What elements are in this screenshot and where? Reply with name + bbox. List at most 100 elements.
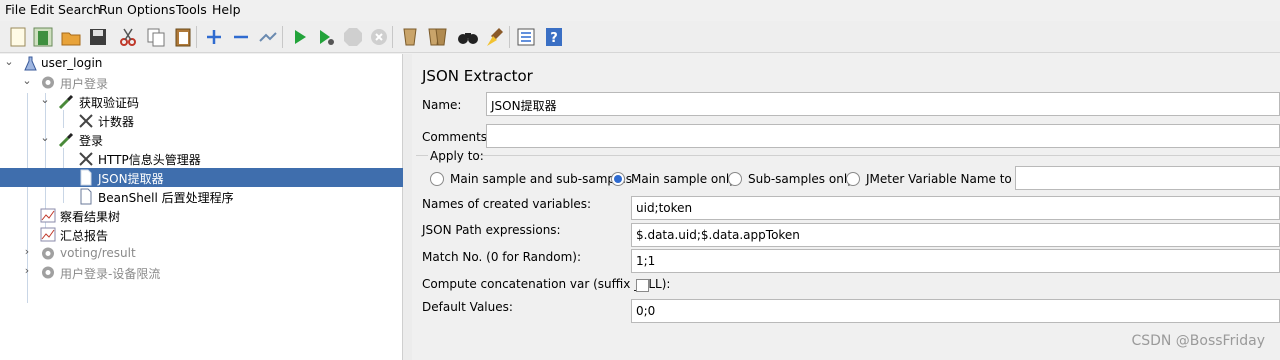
tree-node-label: JSON提取器 — [98, 172, 164, 186]
radio-main-and-sub-label[interactable]: Main sample and sub-samples — [450, 172, 632, 186]
toolbar-separator — [196, 26, 197, 48]
concat-checkbox[interactable] — [636, 279, 649, 292]
group-border — [416, 155, 428, 156]
shutdown-icon[interactable] — [367, 25, 391, 49]
menu-search[interactable]: Search — [58, 2, 101, 17]
cut-icon[interactable] — [116, 25, 140, 49]
watermark: CSDN @BossFriday — [1131, 333, 1265, 349]
panel-title: JSON Extractor — [422, 67, 533, 85]
radio-main-only[interactable] — [611, 172, 625, 186]
tree-node-label: 用户登录 — [60, 77, 109, 91]
new-icon[interactable] — [6, 25, 30, 49]
reset-search-icon[interactable] — [483, 25, 507, 49]
chevron-right-icon[interactable]: › — [21, 265, 33, 277]
chevron-down-icon[interactable]: ⌄ — [21, 75, 33, 87]
tree-node-login[interactable]: ⌄ 登录 — [0, 130, 403, 149]
save-icon[interactable] — [86, 25, 110, 49]
menu-options[interactable]: Options — [127, 2, 175, 17]
toolbar-separator — [282, 26, 283, 48]
json-extractor-panel: JSON Extractor Name: JSON提取器 Comments: A… — [412, 54, 1280, 360]
tree-node-label: 登录 — [79, 134, 104, 148]
default-values-field[interactable]: 0;0 — [631, 299, 1280, 323]
group-border — [479, 155, 1280, 156]
menu-help[interactable]: Help — [212, 2, 241, 17]
tree-node-thread-group[interactable]: ⌄ 用户登录 — [0, 73, 403, 92]
chart-icon — [40, 227, 56, 242]
menu-run[interactable]: Run — [99, 2, 123, 17]
match-no-label: Match No. (0 for Random): — [422, 250, 582, 264]
tree-node-label: user_login — [41, 56, 103, 70]
toolbar-separator — [509, 26, 510, 48]
pipette-icon — [58, 94, 74, 110]
menu-tools[interactable]: Tools — [176, 2, 207, 17]
toggle-icon[interactable] — [256, 25, 280, 49]
chevron-down-icon[interactable]: ⌄ — [39, 132, 51, 144]
tree-node-json-extractor[interactable]: JSON提取器 — [0, 168, 403, 187]
chevron-down-icon[interactable]: ⌄ — [3, 56, 15, 68]
radio-jmeter-variable[interactable] — [846, 172, 860, 186]
jsonpath-label: JSON Path expressions: — [422, 223, 561, 237]
start-icon[interactable] — [288, 25, 312, 49]
clear-icon[interactable] — [398, 25, 422, 49]
chevron-down-icon[interactable]: ⌄ — [39, 94, 51, 106]
variables-field[interactable]: uid;token — [631, 196, 1280, 220]
help-icon[interactable]: ? — [542, 25, 566, 49]
collapse-icon[interactable] — [229, 25, 253, 49]
open-icon[interactable] — [59, 25, 83, 49]
gear-icon — [42, 247, 54, 260]
start-no-pauses-icon[interactable] — [314, 25, 338, 49]
variables-label: Names of created variables: — [422, 197, 592, 211]
templates-icon[interactable] — [31, 25, 55, 49]
tree-node-label: 汇总报告 — [60, 229, 109, 243]
tree-node-label: voting/result — [60, 246, 136, 260]
tree-node-http-header-manager[interactable]: HTTP信息头管理器 — [0, 149, 403, 168]
chevron-right-icon[interactable]: › — [21, 246, 33, 258]
function-helper-icon[interactable] — [514, 25, 538, 49]
tree-node-label: BeanShell 后置处理程序 — [98, 191, 234, 205]
tree-node-get-captcha[interactable]: ⌄ 获取验证码 — [0, 92, 403, 111]
jmeter-variable-field[interactable] — [1015, 166, 1280, 190]
copy-icon[interactable] — [144, 25, 168, 49]
tree-node-device-throttle[interactable]: › 用户登录-设备限流 — [0, 263, 403, 282]
chart-icon — [40, 208, 56, 223]
radio-main-only-label[interactable]: Main sample only — [631, 172, 736, 186]
toolbar: ? — [0, 21, 1280, 53]
menu-file[interactable]: File — [5, 2, 26, 17]
wrench-icon — [79, 114, 93, 128]
gear-icon — [42, 76, 54, 89]
splitter[interactable] — [403, 54, 412, 360]
wrench-icon — [79, 152, 93, 166]
default-values-label: Default Values: — [422, 300, 513, 314]
radio-main-and-sub[interactable] — [430, 172, 444, 186]
comments-field[interactable] — [486, 124, 1280, 148]
jsonpath-field[interactable]: $.data.uid;$.data.appToken — [631, 223, 1280, 247]
match-no-field[interactable]: 1;1 — [631, 249, 1280, 273]
radio-sub-only[interactable] — [728, 172, 742, 186]
menu-bar: File Edit Search Run Options Tools Help — [0, 0, 1280, 20]
radio-sub-only-label[interactable]: Sub-samples only — [748, 172, 854, 186]
document-icon — [80, 169, 92, 186]
stop-icon[interactable] — [341, 25, 365, 49]
clear-all-icon[interactable] — [425, 25, 449, 49]
name-field[interactable]: JSON提取器 — [486, 92, 1280, 116]
menu-edit[interactable]: Edit — [30, 2, 54, 17]
paste-icon[interactable] — [171, 25, 195, 49]
tree-node-summary-report[interactable]: 汇总报告 — [0, 225, 403, 244]
expand-icon[interactable] — [202, 25, 226, 49]
name-label: Name: — [422, 98, 462, 112]
tree-node-label: 用户登录-设备限流 — [60, 267, 161, 281]
document-icon — [80, 188, 92, 205]
tree-node-counter[interactable]: 计数器 — [0, 111, 403, 130]
tree-node-user-login[interactable]: ⌄ user_login — [0, 54, 403, 73]
tree-node-label: 察看结果树 — [60, 210, 121, 224]
tree-node-label: 计数器 — [98, 115, 135, 129]
tree-node-beanshell-postprocessor[interactable]: BeanShell 后置处理程序 — [0, 187, 403, 206]
tree-node-label: 获取验证码 — [79, 96, 140, 110]
apply-to-label: Apply to: — [430, 149, 484, 163]
tree-node-voting-result[interactable]: › voting/result — [0, 244, 403, 263]
search-icon[interactable] — [456, 25, 480, 49]
radio-jmeter-variable-label[interactable]: JMeter Variable Name to use — [866, 172, 1037, 186]
pipette-icon — [58, 132, 74, 148]
tree-node-view-results-tree[interactable]: 察看结果树 — [0, 206, 403, 225]
concat-label: Compute concatenation var (suffix _ALL): — [422, 277, 671, 291]
